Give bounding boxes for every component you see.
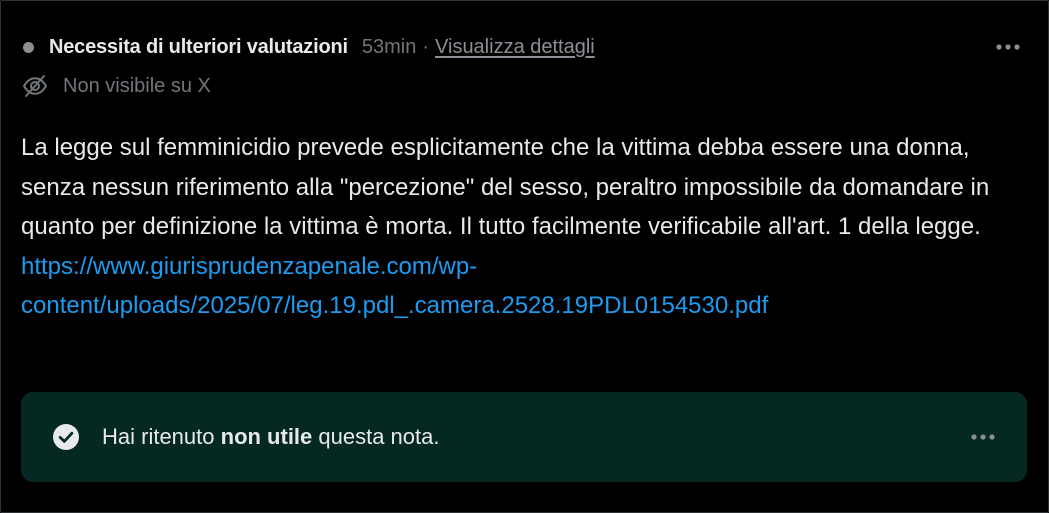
note-source-link[interactable]: https://www.giurisprudenzapenale.com/wp-…	[21, 247, 1021, 326]
status-dot-icon	[23, 41, 34, 53]
note-body: La legge sul femminicidio prevede esplic…	[21, 128, 1021, 326]
more-horizontal-icon	[996, 44, 1020, 50]
community-note-card: Necessita di ulteriori valutazioni 53min…	[0, 0, 1049, 513]
rating-suffix: questa nota.	[312, 424, 440, 449]
separator: ·	[422, 35, 430, 58]
rating-prefix: Hai ritenuto	[102, 424, 221, 449]
note-status: Necessita di ulteriori valutazioni	[49, 35, 348, 58]
view-details-link[interactable]: Visualizza dettagli	[435, 36, 595, 59]
rating-message: Hai ritenuto non utile questa nota.	[102, 424, 440, 450]
note-header: Necessita di ulteriori valutazioni 53min…	[21, 31, 1028, 63]
rating-emphasis: non utile	[220, 424, 313, 449]
more-horizontal-icon	[971, 434, 995, 440]
check-circle-icon	[53, 424, 79, 450]
note-timestamp: 53min	[361, 35, 417, 58]
rating-more-button[interactable]	[967, 423, 999, 451]
visibility-label: Non visibile su X	[63, 74, 211, 97]
rating-feedback-box: Hai ritenuto non utile questa nota.	[21, 392, 1027, 482]
visibility-status: Non visibile su X	[21, 71, 211, 101]
note-text: La legge sul femminicidio prevede esplic…	[21, 134, 990, 240]
note-more-button[interactable]	[992, 33, 1024, 61]
eye-off-icon	[22, 75, 48, 97]
